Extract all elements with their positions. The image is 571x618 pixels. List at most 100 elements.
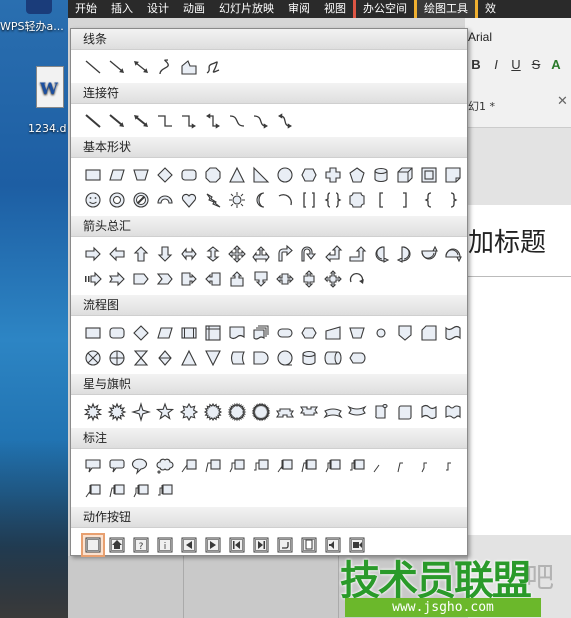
plaque-shape-icon[interactable] bbox=[345, 188, 369, 212]
bent-up-arrow-shape-icon[interactable] bbox=[345, 242, 369, 266]
curved-connector-shape-icon[interactable] bbox=[225, 109, 249, 133]
action-return-shape-icon[interactable] bbox=[273, 533, 297, 557]
oval-callout-shape-icon[interactable] bbox=[129, 454, 153, 478]
16-point-star-shape-icon[interactable] bbox=[201, 400, 225, 424]
freeform-shape-icon[interactable] bbox=[177, 55, 201, 79]
curved-down-arrow-shape-icon[interactable] bbox=[441, 242, 465, 266]
8-point-star-shape-icon[interactable] bbox=[177, 400, 201, 424]
line-callout-4-shape-icon[interactable] bbox=[249, 454, 273, 478]
font-name-box[interactable]: Arial bbox=[468, 30, 492, 44]
delay-shape-icon[interactable] bbox=[249, 346, 273, 370]
internal-storage-shape-icon[interactable] bbox=[201, 321, 225, 345]
straight-double-arrow-connector-shape-icon[interactable] bbox=[129, 109, 153, 133]
lightning-bolt-shape-icon[interactable] bbox=[201, 188, 225, 212]
curved-left-arrow-shape-icon[interactable] bbox=[393, 242, 417, 266]
font-color-button[interactable]: A bbox=[548, 56, 564, 74]
ribbon-tab[interactable]: 设计 bbox=[140, 0, 176, 18]
scribble-shape-icon[interactable] bbox=[201, 55, 225, 79]
smiley-face-shape-icon[interactable] bbox=[81, 188, 105, 212]
explosion-2-shape-icon[interactable] bbox=[105, 400, 129, 424]
sun-shape-icon[interactable] bbox=[225, 188, 249, 212]
line-callout-2-accent-shape-icon[interactable] bbox=[297, 454, 321, 478]
right-bracket-shape-icon[interactable] bbox=[393, 188, 417, 212]
oval-shape-icon[interactable] bbox=[273, 163, 297, 187]
line-callout-4-accent-shape-icon[interactable] bbox=[345, 454, 369, 478]
diamond-shape-icon[interactable] bbox=[153, 163, 177, 187]
direct-access-storage-shape-icon[interactable] bbox=[321, 346, 345, 370]
italic-button[interactable]: I bbox=[488, 56, 504, 74]
close-tab-icon[interactable]: ✕ bbox=[557, 94, 568, 109]
slide-title-placeholder[interactable]: 加标题 bbox=[468, 222, 546, 259]
alternate-process-shape-icon[interactable] bbox=[105, 321, 129, 345]
curved-down-ribbon-shape-icon[interactable] bbox=[345, 400, 369, 424]
vertical-scroll-shape-icon[interactable] bbox=[369, 400, 393, 424]
heart-shape-icon[interactable] bbox=[177, 188, 201, 212]
wps-app-desktop-icon[interactable]: WPS轻办a... bbox=[0, 0, 68, 36]
card-shape-icon[interactable] bbox=[417, 321, 441, 345]
parallelogram-shape-icon[interactable] bbox=[105, 163, 129, 187]
horizontal-scroll-shape-icon[interactable] bbox=[393, 400, 417, 424]
action-forward-shape-icon[interactable] bbox=[201, 533, 225, 557]
or-shape-icon[interactable] bbox=[105, 346, 129, 370]
right-arrow-callout-shape-icon[interactable] bbox=[177, 267, 201, 291]
can-shape-icon[interactable] bbox=[369, 163, 393, 187]
notched-right-arrow-shape-icon[interactable] bbox=[105, 267, 129, 291]
magnetic-disk-shape-icon[interactable] bbox=[297, 346, 321, 370]
ribbon-tab[interactable]: 效 bbox=[475, 0, 503, 18]
underline-button[interactable]: U bbox=[508, 56, 524, 74]
wave-shape-icon[interactable] bbox=[417, 400, 441, 424]
32-point-star-shape-icon[interactable] bbox=[249, 400, 273, 424]
sort-shape-icon[interactable] bbox=[153, 346, 177, 370]
merge-shape-icon[interactable] bbox=[201, 346, 225, 370]
trapezoid-shape-icon[interactable] bbox=[129, 163, 153, 187]
double-brace-shape-icon[interactable] bbox=[321, 188, 345, 212]
up-ribbon-shape-icon[interactable] bbox=[273, 400, 297, 424]
left-right-arrow-callout-shape-icon[interactable] bbox=[273, 267, 297, 291]
hexagon-shape-icon[interactable] bbox=[297, 163, 321, 187]
5-point-star-shape-icon[interactable] bbox=[153, 400, 177, 424]
moon-shape-icon[interactable] bbox=[249, 188, 273, 212]
elbow-double-arrow-connector-shape-icon[interactable] bbox=[201, 109, 225, 133]
right-arrow-shape-icon[interactable] bbox=[81, 242, 105, 266]
manual-operation-shape-icon[interactable] bbox=[345, 321, 369, 345]
line-callout-3-border-accent-shape-icon[interactable] bbox=[129, 479, 153, 503]
document-tab-label[interactable]: 幻1 * bbox=[468, 98, 495, 114]
quad-arrow-callout-shape-icon[interactable] bbox=[321, 267, 345, 291]
down-arrow-shape-icon[interactable] bbox=[153, 242, 177, 266]
4-point-star-shape-icon[interactable] bbox=[129, 400, 153, 424]
action-custom-shape-icon[interactable] bbox=[81, 532, 105, 557]
line-callout-2-shape-icon[interactable] bbox=[201, 454, 225, 478]
right-brace-shape-icon[interactable] bbox=[441, 188, 465, 212]
action-home-shape-icon[interactable] bbox=[105, 533, 129, 557]
circular-arrow-shape-icon[interactable] bbox=[345, 267, 369, 291]
action-back-shape-icon[interactable] bbox=[177, 533, 201, 557]
sequential-access-storage-shape-icon[interactable] bbox=[273, 346, 297, 370]
ribbon-tab[interactable]: 开始 bbox=[68, 0, 104, 18]
word-document-desktop-icon[interactable]: 1234.d bbox=[28, 66, 68, 136]
elbow-arrow-connector-shape-icon[interactable] bbox=[177, 109, 201, 133]
bold-button[interactable]: B bbox=[468, 56, 484, 74]
cross-shape-icon[interactable] bbox=[321, 163, 345, 187]
left-right-arrow-shape-icon[interactable] bbox=[177, 242, 201, 266]
line-callout-1-no-border-shape-icon[interactable] bbox=[369, 454, 393, 478]
double-wave-shape-icon[interactable] bbox=[441, 400, 465, 424]
off-page-connector-shape-icon[interactable] bbox=[393, 321, 417, 345]
curved-up-arrow-shape-icon[interactable] bbox=[417, 242, 441, 266]
decision-shape-icon[interactable] bbox=[129, 321, 153, 345]
donut-shape-icon[interactable] bbox=[105, 188, 129, 212]
striped-right-arrow-shape-icon[interactable] bbox=[81, 267, 105, 291]
curved-right-arrow-shape-icon[interactable] bbox=[369, 242, 393, 266]
left-arrow-shape-icon[interactable] bbox=[105, 242, 129, 266]
bevel-shape-icon[interactable] bbox=[417, 163, 441, 187]
action-movie-shape-icon[interactable] bbox=[345, 533, 369, 557]
ribbon-tab[interactable]: 绘图工具 bbox=[414, 0, 475, 18]
left-bracket-shape-icon[interactable] bbox=[369, 188, 393, 212]
ribbon-tab[interactable]: 幻灯片放映 bbox=[212, 0, 281, 18]
process-shape-icon[interactable] bbox=[81, 321, 105, 345]
ribbon-tab[interactable]: 动画 bbox=[176, 0, 212, 18]
ribbon-tab[interactable]: 视图 bbox=[317, 0, 353, 18]
isosceles-triangle-shape-icon[interactable] bbox=[225, 163, 249, 187]
action-help-shape-icon[interactable]: ? bbox=[129, 533, 153, 557]
curve-shape-icon[interactable] bbox=[153, 55, 177, 79]
arrow-shape-icon[interactable] bbox=[105, 55, 129, 79]
